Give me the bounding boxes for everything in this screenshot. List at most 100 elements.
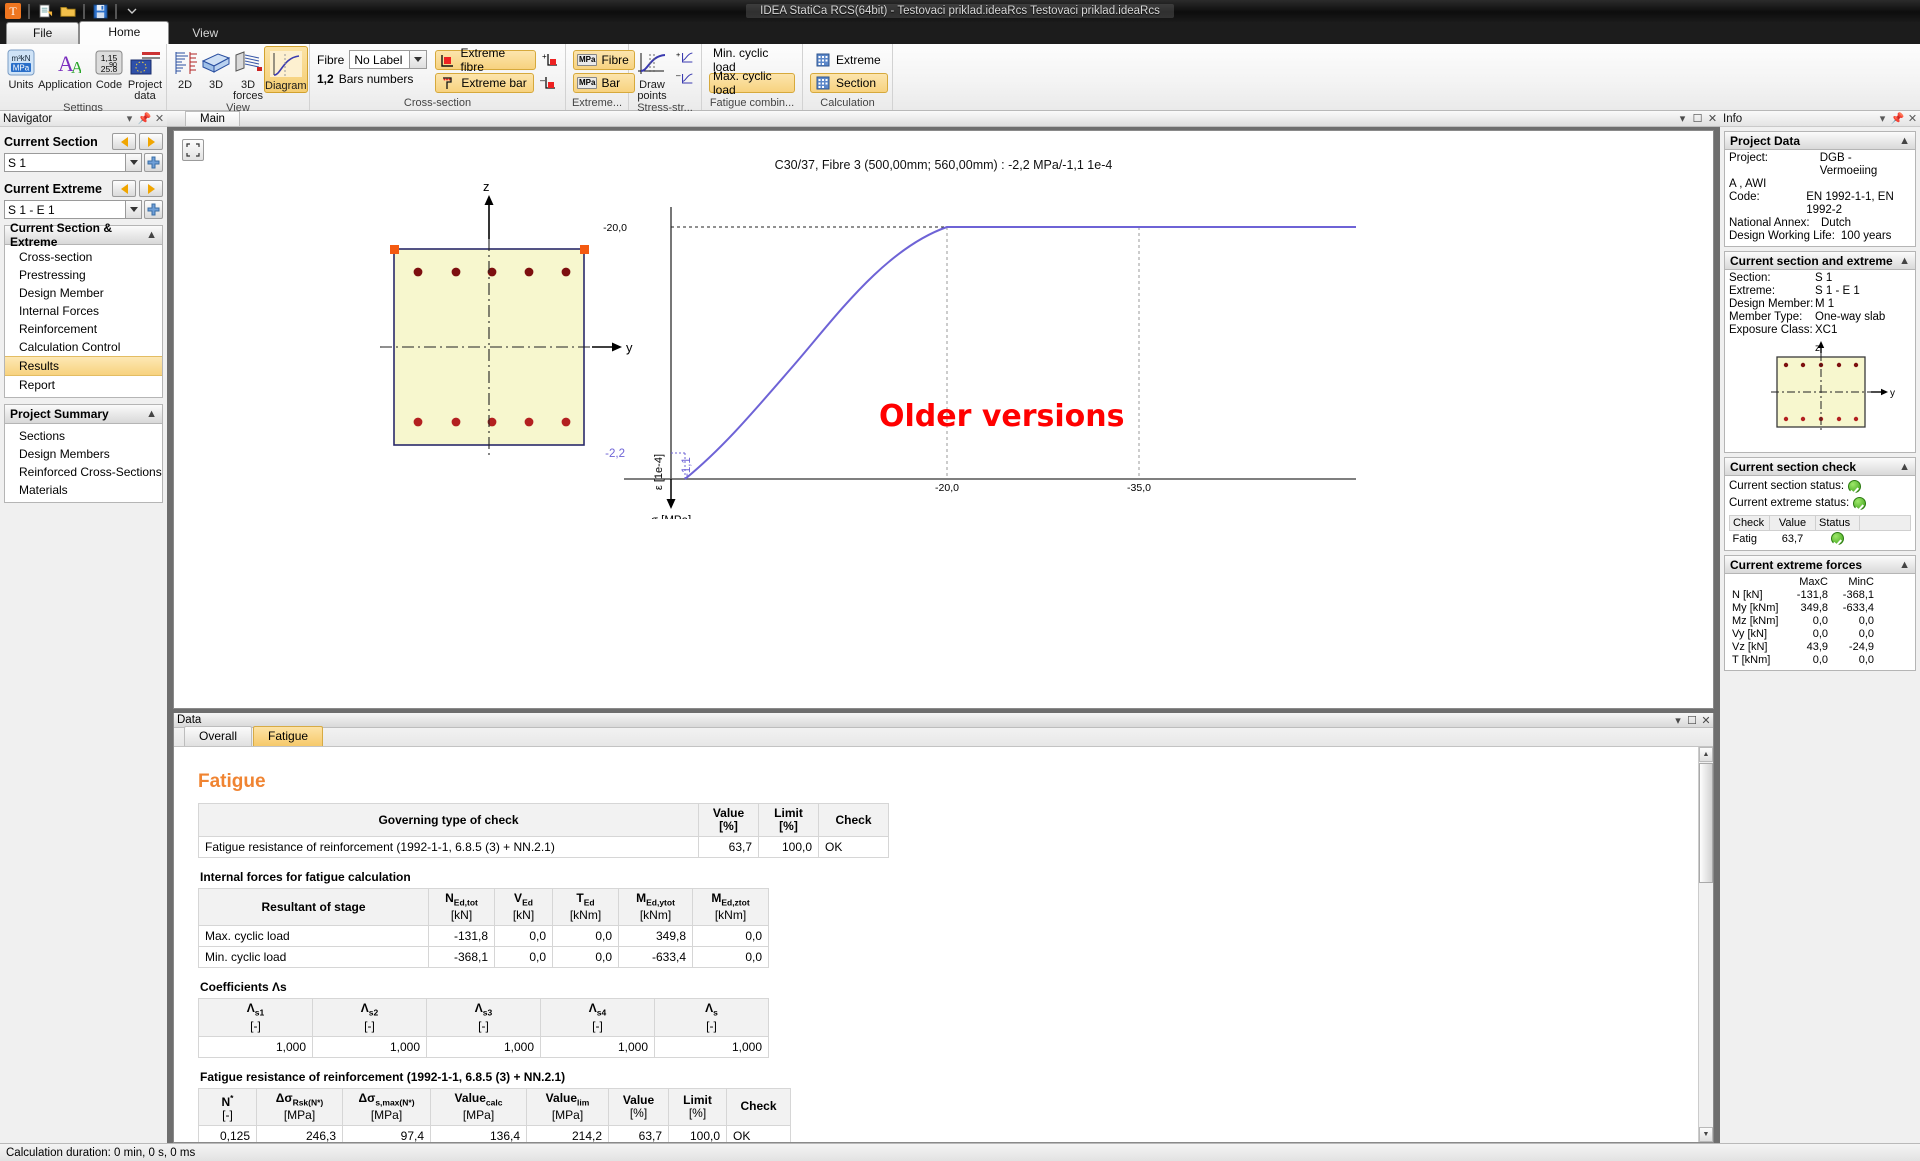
info-section-project-data-header[interactable]: Project Data ▲ — [1724, 131, 1916, 150]
ribbon-tab-strip[interactable]: File Home View — [0, 21, 1920, 44]
cell-check-value: 63,7 — [1781, 533, 1804, 545]
customize-qat-icon[interactable] — [122, 2, 142, 20]
new-icon[interactable] — [35, 2, 55, 20]
info-close-icon[interactable]: ✕ — [1905, 112, 1920, 125]
report-scrollbar[interactable]: ▲ ▼ — [1698, 747, 1713, 1142]
tab-main[interactable]: Main — [185, 111, 240, 126]
table-section-check: Check Value Status Fatig 63,7 — [1729, 515, 1911, 547]
navigator-pin-icon[interactable]: 📌 — [137, 112, 152, 125]
extreme-bar-toggle[interactable]: Extreme bar — [435, 73, 534, 93]
current-section-chevron-down-icon[interactable] — [125, 154, 141, 171]
main-view-restore-icon[interactable]: ☐ — [1690, 112, 1705, 125]
tab-fatigue[interactable]: Fatigue — [253, 726, 324, 746]
tab-file[interactable]: File — [6, 22, 80, 44]
sidebar-item-results[interactable]: Results — [5, 356, 162, 376]
collapse-chevron-up-icon[interactable]: ▲ — [146, 229, 157, 241]
collapse-chevron-up-icon-3[interactable]: ▲ — [1899, 135, 1910, 147]
sidebar-item-reinforcement[interactable]: Reinforcement — [5, 320, 162, 338]
next-section-button[interactable] — [139, 133, 163, 150]
info-section-forces-header[interactable]: Current extreme forces ▲ — [1724, 555, 1916, 574]
add-section-button[interactable] — [144, 153, 163, 172]
diagram-label: Diagram — [265, 80, 307, 92]
quick-access-toolbar[interactable]: T — [0, 2, 142, 20]
view-3d-icon — [200, 48, 232, 78]
sidebar-item-calculation-control[interactable]: Calculation Control — [5, 338, 162, 356]
current-section-select[interactable]: S 1 — [4, 153, 142, 172]
info-section-check-header[interactable]: Current section check ▲ — [1724, 457, 1916, 476]
calculate-extreme-button[interactable]: Extreme — [810, 50, 888, 70]
previous-section-button[interactable] — [112, 133, 136, 150]
diagram-button[interactable]: Diagram — [264, 46, 308, 93]
scrollbar-thumb[interactable] — [1699, 763, 1713, 883]
main-view-dropdown-icon[interactable]: ▾ — [1675, 112, 1690, 125]
view-3d-forces-button[interactable]: 3D forces — [232, 46, 264, 102]
data-pane-close-icon[interactable]: ✕ — [1699, 714, 1713, 727]
tab-overall[interactable]: Overall — [184, 726, 253, 746]
sidebar-item-design-members[interactable]: Design Members — [5, 445, 162, 463]
calculate-section-button[interactable]: Section — [810, 73, 888, 93]
sidebar-item-sections[interactable]: Sections — [5, 427, 162, 445]
navigator-close-icon[interactable]: ✕ — [152, 112, 167, 125]
scrollbar-track[interactable] — [1699, 883, 1713, 1127]
sidebar-item-prestressing[interactable]: Prestressing — [5, 266, 162, 284]
draw-points-button[interactable]: Draw points — [632, 46, 672, 102]
add-extreme-fibre-icon[interactable]: + — [541, 51, 558, 69]
collapse-chevron-up-icon-2[interactable]: ▲ — [146, 408, 157, 420]
data-pane-restore-icon[interactable]: ☐ — [1685, 714, 1699, 727]
application-button[interactable]: AA Application — [38, 46, 92, 91]
data-pane-dropdown-icon[interactable]: ▾ — [1671, 714, 1685, 727]
diagram-view[interactable]: C30/37, Fibre 3 (500,00mm; 560,00mm) : -… — [173, 130, 1714, 709]
app-logo-icon[interactable]: T — [3, 2, 23, 20]
tab-view[interactable]: View — [169, 22, 241, 44]
sidebar-item-report[interactable]: Report — [5, 376, 162, 394]
window-title: IDEA StatiCa RCS(64bit) - Testovaci prik… — [0, 4, 1920, 18]
add-extreme-bar-icon[interactable]: – — [539, 74, 557, 92]
group-header-current-section-extreme[interactable]: Current Section & Extreme ▲ — [4, 221, 163, 249]
sidebar-item-design-member[interactable]: Design Member — [5, 284, 162, 302]
view-3d-button[interactable]: 3D — [200, 46, 232, 91]
units-icon: m³kN MPa — [6, 48, 36, 78]
sidebar-item-cross-section[interactable]: Cross-section — [5, 248, 162, 266]
navigator-dropdown-icon[interactable]: ▾ — [122, 112, 137, 125]
collapse-chevron-up-icon-6[interactable]: ▲ — [1899, 559, 1910, 571]
project-data-button[interactable]: Project data — [127, 46, 163, 102]
group-header-project-summary[interactable]: Project Summary ▲ — [4, 404, 163, 424]
remove-point-minus-icon[interactable]: – — [676, 69, 694, 87]
add-point-plus-icon[interactable]: + — [676, 48, 694, 66]
info-dropdown-icon[interactable]: ▾ — [1875, 112, 1890, 125]
current-extreme-chevron-down-icon[interactable] — [125, 201, 141, 218]
info-section-current-header[interactable]: Current section and extreme ▲ — [1724, 251, 1916, 270]
current-extreme-select[interactable]: S 1 - E 1 — [4, 200, 142, 219]
code-button[interactable]: 1,15 90 25.8 Code — [91, 46, 127, 91]
ribbon: m³kN MPa Units AA Application 1,15 90 25.8 … — [0, 44, 1920, 114]
previous-extreme-button[interactable] — [112, 180, 136, 197]
main-view-close-icon[interactable]: ✕ — [1705, 112, 1720, 125]
view-2d-button[interactable]: 2D — [170, 46, 200, 91]
sidebar-item-internal-forces[interactable]: Internal Forces — [5, 302, 162, 320]
extreme-bar-mpa-button[interactable]: MPa Bar — [573, 73, 635, 93]
sidebar-item-materials[interactable]: Materials — [5, 481, 162, 499]
tab-home[interactable]: Home — [79, 21, 170, 44]
min-cyclic-load-button[interactable]: Min. cyclic load — [709, 46, 795, 74]
fibre-select[interactable]: No Label — [349, 50, 428, 69]
collapse-chevron-up-icon-4[interactable]: ▲ — [1899, 255, 1910, 267]
units-button[interactable]: m³kN MPa Units — [3, 46, 39, 91]
current-section-select-row: S 1 — [4, 153, 163, 172]
extreme-fibre-toggle[interactable]: Extreme fibre — [435, 46, 536, 74]
scroll-down-icon[interactable]: ▼ — [1699, 1127, 1713, 1142]
data-pane-tabstrip[interactable]: Overall Fatigue — [174, 726, 1713, 747]
scroll-up-icon[interactable]: ▲ — [1699, 747, 1713, 762]
open-icon[interactable] — [58, 2, 78, 20]
next-extreme-button[interactable] — [139, 180, 163, 197]
collapse-chevron-up-icon-5[interactable]: ▲ — [1899, 461, 1910, 473]
save-icon[interactable] — [90, 2, 110, 20]
chevron-down-icon[interactable] — [409, 51, 427, 68]
sidebar-item-reinforced-cross-sections[interactable]: Reinforced Cross-Sections — [5, 463, 162, 481]
mpa-badge-bar-icon: MPa — [577, 77, 598, 89]
info-pin-icon[interactable]: 📌 — [1890, 112, 1905, 125]
add-extreme-button[interactable] — [144, 200, 163, 219]
max-cyclic-load-button[interactable]: Max. cyclic load — [709, 69, 795, 97]
extreme-fibre-mpa-button[interactable]: MPa Fibre — [573, 50, 635, 70]
th-value-pct: Value [%] — [608, 1087, 669, 1127]
table-header-row: Resultant of stage NEd,tot [kN] VEd [kN] T… — [198, 887, 769, 927]
